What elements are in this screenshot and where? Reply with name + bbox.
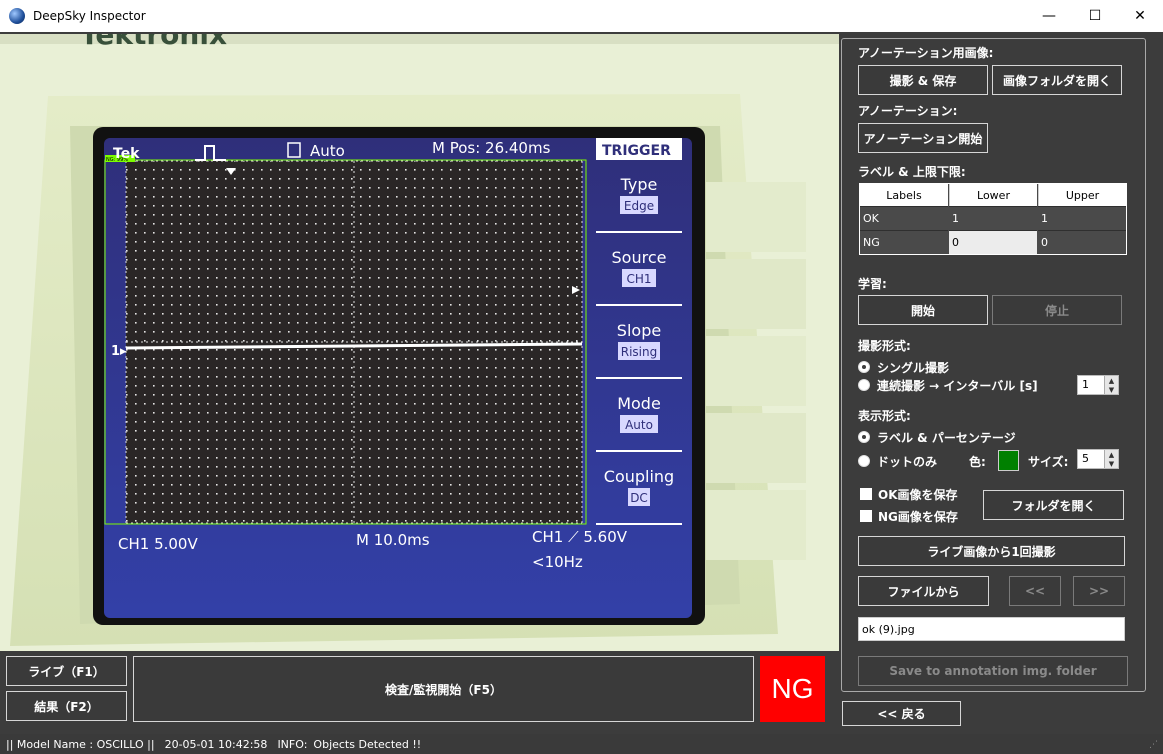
table-header: Labels — [860, 184, 948, 206]
window-title: DeepSky Inspector — [33, 9, 146, 23]
capture-mode-title: 撮影形式: — [858, 339, 911, 353]
trigger-menu-label: Type — [620, 175, 658, 194]
inspect-start-button[interactable]: 検査/監視開始（F5） — [133, 656, 754, 722]
open-image-folder-button[interactable]: 画像フォルダを開く — [992, 65, 1122, 95]
minimize-button[interactable]: — — [1026, 0, 1072, 32]
stepper-down-icon[interactable]: ▼ — [1104, 459, 1118, 468]
size-stepper[interactable]: 5 ▲ ▼ — [1077, 449, 1119, 469]
table-cell[interactable]: 0 — [1038, 230, 1126, 254]
trigger-menu-value: Auto — [625, 418, 653, 432]
from-file-button[interactable]: ファイルから — [858, 576, 989, 606]
color-label: 色: — [969, 455, 986, 469]
trigger-menu-value: Rising — [621, 345, 657, 359]
trigger-level: CH1 ⟋ 5.60V — [532, 528, 628, 546]
oscilloscope-photo: Tektronix NG: 99% Tek Auto M Pos: 26.40m… — [0, 34, 839, 651]
dots-only-radio[interactable] — [858, 455, 870, 467]
status-time: 20-05-01 10:42:58 — [164, 737, 268, 751]
table-header: Lower — [949, 184, 1037, 206]
table-header: Upper — [1038, 184, 1126, 206]
camera-view: Tektronix NG: 99% Tek Auto M Pos: 26.40m… — [0, 34, 839, 651]
table-cell[interactable]: 1 — [949, 206, 1037, 230]
table-cell[interactable]: NG — [860, 230, 948, 254]
scope-mode: Auto — [310, 142, 345, 160]
verdict-badge: NG — [760, 656, 825, 722]
trigger-menu-label: Slope — [617, 321, 661, 340]
trigger-title: TRIGGER — [602, 143, 671, 159]
resize-grip-icon[interactable]: ⋰ — [1149, 740, 1161, 752]
table-cell[interactable]: 1 — [1038, 206, 1126, 230]
capture-once-button[interactable]: ライブ画像から1回撮影 — [858, 536, 1125, 566]
labels-table: Labels Lower Upper OK 1 1 NG 0 0 — [859, 183, 1127, 255]
scope-brand: Tektronix — [80, 34, 227, 51]
next-button[interactable]: >> — [1073, 576, 1125, 606]
learning-title: 学習: — [858, 277, 887, 291]
trigger-menu-label: Coupling — [604, 467, 674, 486]
continuous-capture-label: 連続撮影 → インターバル [s] — [877, 379, 1038, 393]
stepper-down-icon[interactable]: ▼ — [1104, 385, 1118, 394]
single-capture-radio[interactable] — [858, 361, 870, 373]
model-name: || Model Name : OSCILLO || — [6, 737, 155, 751]
status-bar: || Model Name : OSCILLO || 20-05-01 10:4… — [0, 734, 1163, 754]
label-percent-radio[interactable] — [858, 431, 870, 443]
result-button[interactable]: 結果（F2） — [6, 691, 127, 721]
continuous-capture-radio[interactable] — [858, 379, 870, 391]
app-globe-icon — [9, 8, 25, 24]
info-message: Objects Detected !! — [313, 737, 422, 751]
back-button[interactable]: << 戻る — [842, 701, 961, 726]
save-ok-label: OK画像を保存 — [878, 488, 958, 502]
table-cell[interactable]: OK — [860, 206, 948, 230]
learning-start-button[interactable]: 開始 — [858, 295, 988, 325]
scope-tek: Tek — [113, 146, 140, 162]
save-ok-checkbox[interactable] — [860, 488, 872, 500]
trigger-menu-value: Edge — [624, 199, 654, 213]
close-button[interactable]: ✕ — [1117, 0, 1163, 32]
previous-button[interactable]: << — [1009, 576, 1061, 606]
capture-save-button[interactable]: 撮影 & 保存 — [858, 65, 988, 95]
save-ng-checkbox[interactable] — [860, 510, 872, 522]
trigger-menu-label: Mode — [617, 394, 661, 413]
filename-field[interactable]: ok (9).jpg — [858, 617, 1125, 641]
live-button[interactable]: ライブ（F1） — [6, 656, 127, 686]
save-ng-label: NG画像を保存 — [878, 510, 958, 524]
single-capture-label: シングル撮影 — [877, 361, 950, 375]
stepper-up-icon[interactable]: ▲ — [1104, 450, 1118, 459]
maximize-button[interactable]: ☐ — [1072, 0, 1118, 32]
size-value: 5 — [1082, 452, 1089, 465]
stepper-up-icon[interactable]: ▲ — [1104, 376, 1118, 385]
interval-stepper[interactable]: 1 ▲ ▼ — [1077, 375, 1119, 395]
ch1-scale: CH1 5.00V — [118, 535, 198, 553]
scope-mpos: M Pos: 26.40ms — [432, 139, 551, 157]
title-bar: DeepSky Inspector — ☐ ✕ — [0, 0, 1163, 32]
dots-only-label: ドットのみ — [877, 455, 938, 469]
trigger-menu-value: CH1 — [626, 272, 651, 286]
label-percent-label: ラベル & パーセンテージ — [877, 431, 1016, 445]
start-annotation-button[interactable]: アノーテーション開始 — [858, 123, 988, 153]
size-label: サイズ: — [1028, 455, 1069, 469]
dot-color-swatch[interactable] — [998, 450, 1019, 471]
open-folder-button[interactable]: フォルダを開く — [983, 490, 1124, 520]
annotation-image-title: アノーテーション用画像: — [858, 46, 994, 60]
trigger-menu-label: Source — [612, 248, 667, 267]
save-annotation-button[interactable]: Save to annotation img. folder — [858, 656, 1128, 686]
learning-stop-button[interactable]: 停止 — [992, 295, 1122, 325]
timebase: M 10.0ms — [356, 531, 430, 549]
labels-title: ラベル & 上限下限: — [858, 165, 966, 179]
display-mode-title: 表示形式: — [858, 409, 911, 423]
annotation-title: アノーテーション: — [858, 104, 958, 118]
trigger-menu-value: DC — [630, 491, 648, 505]
channel-marker: 1▸ — [111, 344, 127, 359]
table-cell-editing[interactable]: 0 — [949, 230, 1037, 254]
info-label: INFO: — [277, 737, 308, 751]
interval-value: 1 — [1082, 378, 1089, 391]
frequency: <10Hz — [532, 553, 583, 571]
